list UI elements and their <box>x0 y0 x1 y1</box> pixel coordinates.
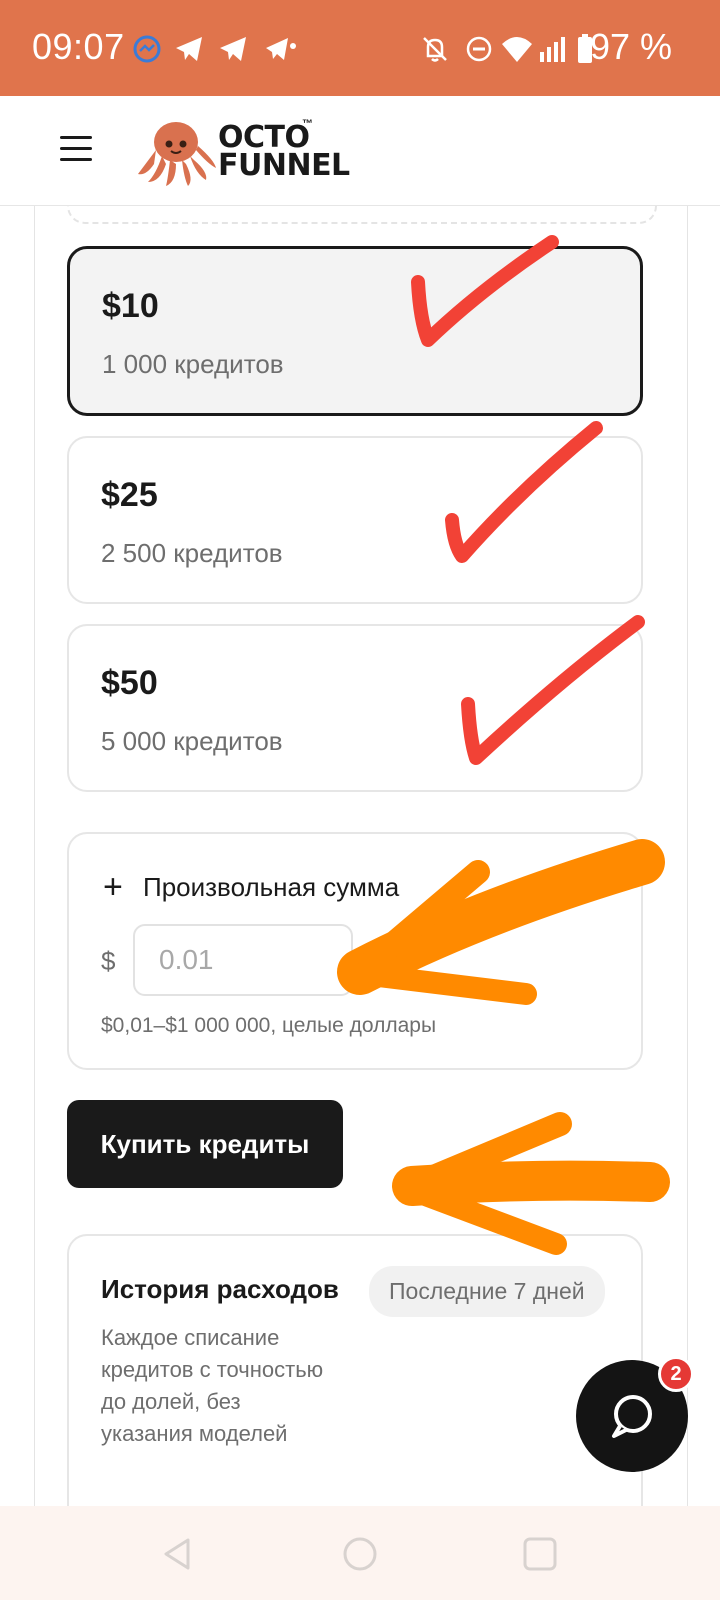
battery-percentage: 97 % <box>589 26 672 67</box>
plan-card-25[interactable]: $25 2 500 кредитов <box>67 436 643 604</box>
content-column: $10 1 000 кредитов $25 2 500 кредитов $5… <box>34 206 688 1506</box>
back-icon[interactable] <box>158 1534 198 1574</box>
plan-price: $25 <box>101 476 158 514</box>
plan-card-50[interactable]: $50 5 000 кредитов <box>67 624 643 792</box>
plan-price: $50 <box>101 664 158 702</box>
home-icon[interactable] <box>340 1534 380 1574</box>
status-time: 09:07 <box>32 26 125 67</box>
app-header: OCTO ™ FUNNEL <box>0 96 720 206</box>
hamburger-menu-icon[interactable] <box>60 136 92 162</box>
logo-trademark: ™ <box>302 118 313 130</box>
wifi-icon <box>502 37 532 62</box>
plan-credits: 2 500 кредитов <box>101 538 283 568</box>
custom-amount-card[interactable]: + Произвольная сумма $ $0,01–$1 000 000,… <box>67 832 643 1070</box>
recents-icon[interactable] <box>520 1534 560 1574</box>
buy-credits-button[interactable]: Купить кредиты <box>67 1100 343 1188</box>
history-description: Каждое списание кредитов с точностью до … <box>101 1325 324 1446</box>
telegram-icon <box>176 37 202 61</box>
logo-line-2: FUNNEL <box>218 148 350 183</box>
octofunnel-logo[interactable]: OCTO ™ FUNNEL <box>136 112 356 192</box>
messenger-icon <box>133 35 161 63</box>
custom-amount-hint: $0,01–$1 000 000, целые доллары <box>101 1014 437 1037</box>
currency-symbol: $ <box>101 946 116 976</box>
custom-amount-input[interactable] <box>133 924 353 996</box>
chat-unread-badge: 2 <box>658 1356 694 1392</box>
custom-amount-title: Произвольная сумма <box>143 872 400 902</box>
spending-history-card: История расходов Последние 7 дней Каждое… <box>67 1234 643 1506</box>
history-title: История расходов <box>101 1274 339 1304</box>
plan-credits: 5 000 кредитов <box>101 726 283 756</box>
system-nav-bar <box>0 1506 720 1600</box>
plan-price: $10 <box>102 287 159 325</box>
plan-card-10[interactable]: $10 1 000 кредитов <box>67 246 643 416</box>
plus-icon: + <box>103 868 123 906</box>
period-selector[interactable]: Последние 7 дней <box>369 1266 605 1317</box>
signal-icon <box>540 37 565 62</box>
status-bar: 09:07 97 % <box>0 0 720 96</box>
octopus-icon <box>138 122 216 186</box>
telegram-icon <box>266 38 296 60</box>
telegram-icon <box>220 37 246 61</box>
dashed-card-edge <box>67 206 657 224</box>
do-not-disturb-icon <box>466 36 492 62</box>
screen: 09:07 97 % OCTO ™ FUNNEL $10 1 000 креди… <box>0 0 720 1600</box>
plan-credits: 1 000 кредитов <box>102 349 284 379</box>
bell-off-icon <box>423 37 447 62</box>
